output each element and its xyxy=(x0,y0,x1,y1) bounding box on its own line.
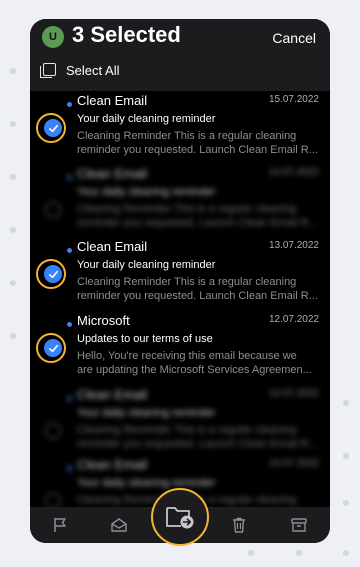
unread-indicator xyxy=(67,466,72,471)
selected-checkbox[interactable] xyxy=(44,339,62,357)
email-preview-line1: Cleaning Reminder This is a regular clea… xyxy=(77,424,297,436)
email-sender: Clean Email xyxy=(77,457,148,472)
checkmark-icon xyxy=(48,124,58,132)
email-date: 14.07.2022 xyxy=(268,167,319,178)
unread-indicator xyxy=(67,322,72,327)
email-preview-line2: reminder you requested. Launch Clean Ema… xyxy=(77,144,318,156)
email-subject: Your daily cleaning reminder xyxy=(77,477,216,489)
background-dot xyxy=(343,500,349,506)
move-to-folder-button[interactable] xyxy=(151,488,209,546)
email-preview-line1: Cleaning Reminder This is a regular clea… xyxy=(77,130,297,142)
background-dot xyxy=(343,550,349,556)
background-dot xyxy=(343,453,349,459)
email-date: 12.07.2022 xyxy=(268,314,319,325)
email-sender: Clean Email xyxy=(77,93,148,108)
background-dot xyxy=(10,174,16,180)
background-dot xyxy=(10,280,16,286)
email-sender: Clean Email xyxy=(77,387,148,402)
email-date: 14.07.2022 xyxy=(268,458,319,469)
background-dot xyxy=(10,333,16,339)
email-preview-line1: Cleaning Reminder This is a regular clea… xyxy=(77,203,297,215)
unread-indicator xyxy=(67,248,72,253)
background-dot xyxy=(296,550,302,556)
email-preview-line2: are updating the Microsoft Services Agre… xyxy=(77,364,312,376)
email-date: 14.07.2022 xyxy=(268,388,319,399)
unread-indicator xyxy=(67,396,72,401)
background-dot xyxy=(343,400,349,406)
email-sender: Microsoft xyxy=(77,313,130,328)
email-subject: Your daily cleaning reminder xyxy=(77,186,216,198)
email-row[interactable]: Microsoft 12.07.2022 Updates to our terms … xyxy=(30,311,330,381)
email-row[interactable]: Clean Email 14.07.2022 Your daily cleaning… xyxy=(30,164,330,234)
flag-icon[interactable] xyxy=(51,516,69,534)
unselected-checkbox[interactable] xyxy=(45,202,61,218)
email-subject: Updates to our terms of use xyxy=(77,333,213,345)
background-dot xyxy=(248,550,254,556)
email-preview-line2: reminder you requested. Launch Clean Ema… xyxy=(77,217,318,229)
phone-screen: U 3 Selected Cancel Select All Clean Ema… xyxy=(30,19,330,543)
page-title: 3 Selected xyxy=(72,22,181,47)
background-dot xyxy=(10,227,16,233)
archive-icon[interactable] xyxy=(290,516,308,534)
move-to-folder-icon xyxy=(166,507,194,529)
email-row[interactable]: Clean Email 15.07.2022 Your daily cleaning… xyxy=(30,91,330,161)
email-subject: Your daily cleaning reminder xyxy=(77,259,216,271)
checkmark-icon xyxy=(48,344,58,352)
email-sender: Clean Email xyxy=(77,239,148,254)
email-subject: Your daily cleaning reminder xyxy=(77,113,216,125)
avatar[interactable]: U xyxy=(42,26,64,48)
selected-checkbox[interactable] xyxy=(44,265,62,283)
email-row[interactable]: Clean Email 13.07.2022 Your daily cleaning… xyxy=(30,237,330,307)
selection-header: U 3 Selected Cancel Select All xyxy=(30,19,330,91)
select-all-button[interactable]: Select All xyxy=(66,63,119,78)
checkmark-icon xyxy=(48,270,58,278)
background-dot xyxy=(10,121,16,127)
unread-indicator xyxy=(67,102,72,107)
email-preview-line1: Cleaning Reminder This is a regular clea… xyxy=(77,276,297,288)
select-all-icon[interactable] xyxy=(40,63,56,78)
email-sender: Clean Email xyxy=(77,166,148,181)
mark-read-icon[interactable] xyxy=(110,516,128,534)
trash-icon[interactable] xyxy=(230,516,248,534)
email-date: 15.07.2022 xyxy=(268,94,319,105)
background-dot xyxy=(10,68,16,74)
email-subject: Your daily cleaning reminder xyxy=(77,407,216,419)
email-preview-line2: reminder you requested. Launch Clean Ema… xyxy=(77,290,318,302)
email-preview-line1: Hello, You're receiving this email becau… xyxy=(77,350,297,362)
email-row[interactable]: Clean Email 14.07.2022 Your daily cleaning… xyxy=(30,385,330,455)
email-preview-line2: reminder you requested. Launch Clean Ema… xyxy=(77,438,318,450)
unselected-checkbox[interactable] xyxy=(45,423,61,439)
cancel-button[interactable]: Cancel xyxy=(272,30,316,46)
selected-checkbox[interactable] xyxy=(44,119,62,137)
unread-indicator xyxy=(67,175,72,180)
email-date: 13.07.2022 xyxy=(268,240,319,251)
